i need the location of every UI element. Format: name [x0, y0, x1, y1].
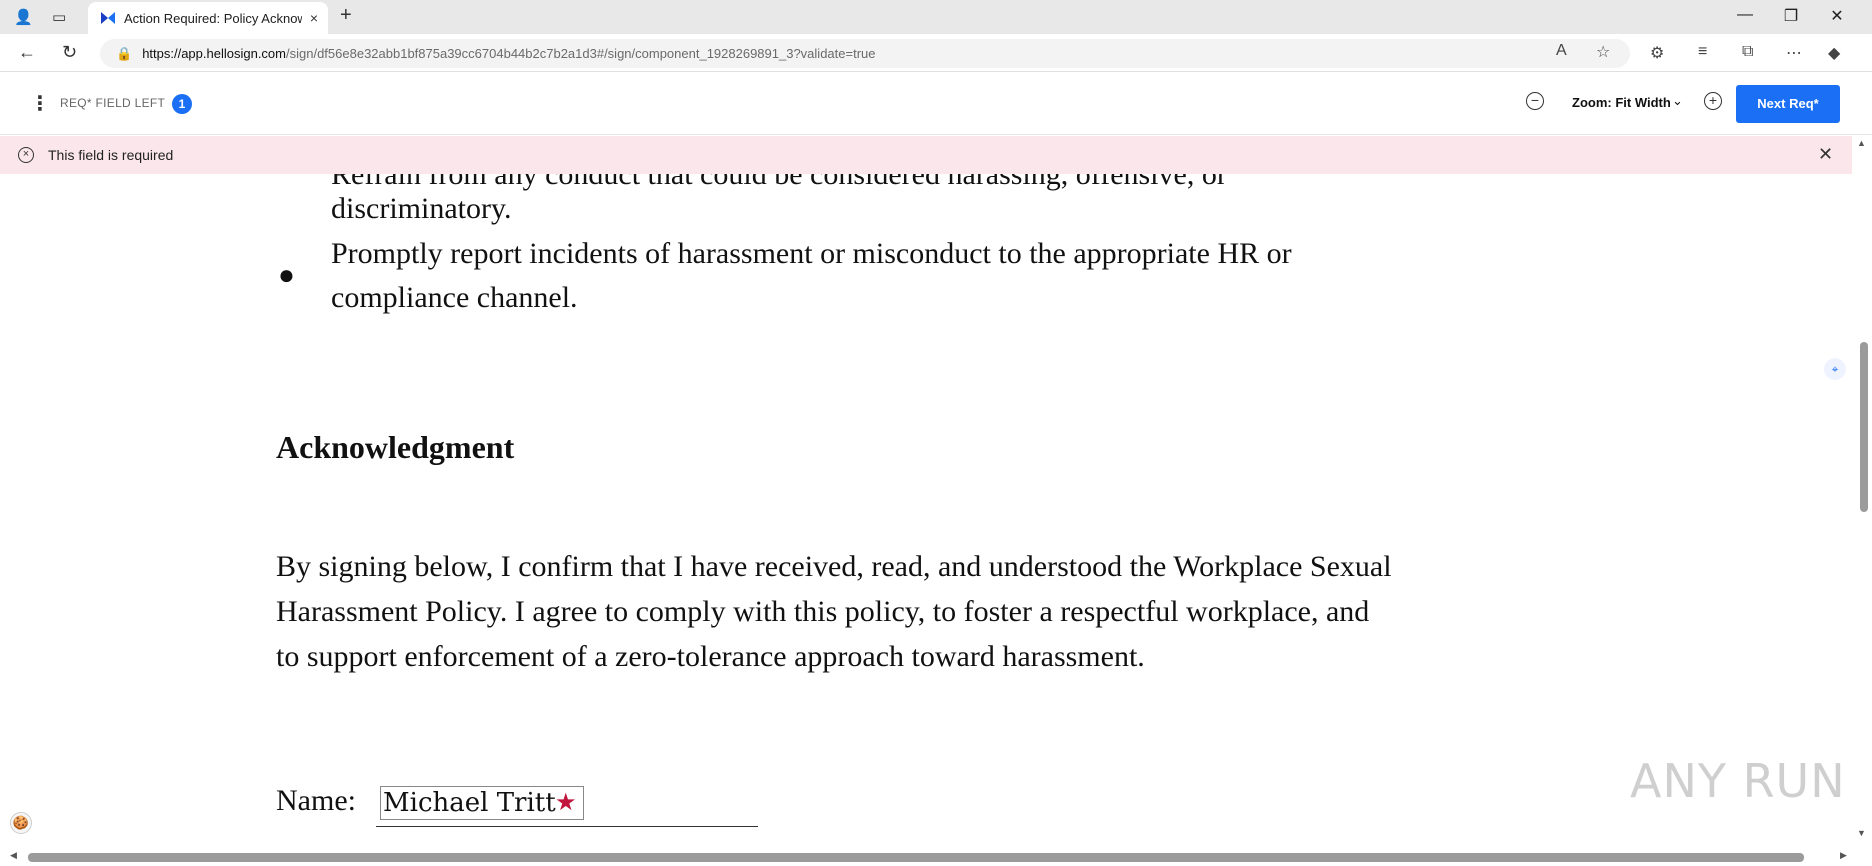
doc-line: Harassment Policy. I agree to comply wit…: [276, 595, 1370, 628]
minimize-icon[interactable]: —: [1722, 6, 1768, 24]
tab-actions-icon[interactable]: ▭: [52, 8, 66, 26]
browser-titlebar: 👤 ▭ Action Required: Policy Acknowle × +…: [0, 0, 1872, 34]
browser-tab[interactable]: Action Required: Policy Acknowle ×: [88, 2, 328, 34]
doc-line: compliance channel.: [331, 281, 578, 314]
zoom-select[interactable]: Zoom: Fit Width: [1572, 95, 1671, 110]
cookie-icon[interactable]: 🍪: [10, 812, 32, 834]
doc-line: By signing below, I confirm that I have …: [276, 550, 1392, 583]
more-icon[interactable]: ⋯: [1786, 43, 1802, 63]
name-label: Name:: [276, 784, 356, 817]
read-aloud-icon[interactable]: A: [1556, 42, 1567, 60]
error-x-icon: ×: [18, 147, 34, 163]
horizontal-scrollbar[interactable]: ◀ ▶: [0, 848, 1872, 866]
scroll-right-icon[interactable]: ▶: [1840, 850, 1847, 861]
scroll-down-icon[interactable]: ▼: [1857, 828, 1866, 838]
scroll-up-icon[interactable]: ▲: [1857, 138, 1866, 148]
req-count-badge: 1: [172, 94, 192, 114]
profile-icon[interactable]: 👤: [14, 8, 33, 26]
zoom-in-icon[interactable]: +: [1704, 92, 1722, 110]
chevron-down-icon[interactable]: ⌄: [1672, 93, 1683, 109]
doc-line: Promptly report incidents of harassment …: [331, 237, 1292, 270]
vertical-scrollbar[interactable]: ▲ ▼: [1852, 136, 1872, 848]
next-required-button[interactable]: Next Req*: [1736, 85, 1840, 123]
close-icon[interactable]: ✕: [1818, 144, 1833, 165]
url-path: /sign/df56e8e32abb1bf875a39cc6704b44b2c7…: [286, 46, 876, 61]
extensions-icon[interactable]: ⚙: [1650, 43, 1664, 63]
url-host: https://app.hellosign.com: [142, 46, 286, 61]
section-heading: Acknowledgment: [276, 429, 515, 465]
close-window-icon[interactable]: ✕: [1814, 6, 1860, 26]
menu-kebab-icon[interactable]: ⋮: [30, 91, 50, 116]
copilot-icon[interactable]: ◆: [1828, 43, 1840, 63]
doc-line: discriminatory.: [331, 192, 512, 225]
bullet-icon: ●: [278, 260, 295, 291]
doc-cut-line: Refrain from any conduct that could be c…: [331, 174, 1227, 191]
favorite-star-icon[interactable]: ☆: [1596, 42, 1610, 62]
scan-icon[interactable]: ⌖: [1824, 358, 1846, 380]
required-star-icon: ★: [555, 790, 577, 816]
req-fields-label: REQ* FIELD LEFT: [60, 96, 166, 110]
name-underline: [376, 826, 758, 827]
back-icon[interactable]: ←: [18, 42, 36, 63]
scroll-left-icon[interactable]: ◀: [10, 850, 17, 861]
tab-title: Action Required: Policy Acknowle: [124, 10, 302, 26]
doc-line: to support enforcement of a zero-toleran…: [276, 640, 1145, 673]
zoom-out-icon[interactable]: −: [1526, 92, 1544, 110]
favorites-icon[interactable]: ≡: [1698, 43, 1707, 61]
url-field[interactable]: 🔒 https://app.hellosign.com/sign/df56e8e…: [100, 39, 1630, 68]
watermark-logo: ANY RUN: [1630, 754, 1846, 808]
address-bar: ← ↻ 🔒 https://app.hellosign.com/sign/df5…: [0, 34, 1872, 72]
error-message: This field is required: [48, 147, 174, 163]
restore-icon[interactable]: ❐: [1768, 6, 1814, 26]
horizontal-scroll-thumb[interactable]: [28, 853, 1804, 862]
error-banner: × This field is required ✕: [0, 136, 1852, 174]
close-tab-icon[interactable]: ×: [310, 10, 318, 26]
new-tab-button[interactable]: +: [340, 4, 352, 27]
hellosign-favicon: [101, 12, 115, 24]
lock-icon: 🔒: [116, 45, 133, 61]
collections-icon[interactable]: ⧉: [1742, 43, 1753, 61]
refresh-icon[interactable]: ↻: [62, 42, 77, 63]
vertical-scroll-thumb[interactable]: [1860, 342, 1868, 512]
name-input-field[interactable]: Michael Tritt: [380, 786, 584, 820]
signing-toolbar: ⋮ REQ* FIELD LEFT 1 − Zoom: Fit Width ⌄ …: [0, 73, 1872, 135]
document-page: Refrain from any conduct that could be c…: [0, 174, 1852, 848]
